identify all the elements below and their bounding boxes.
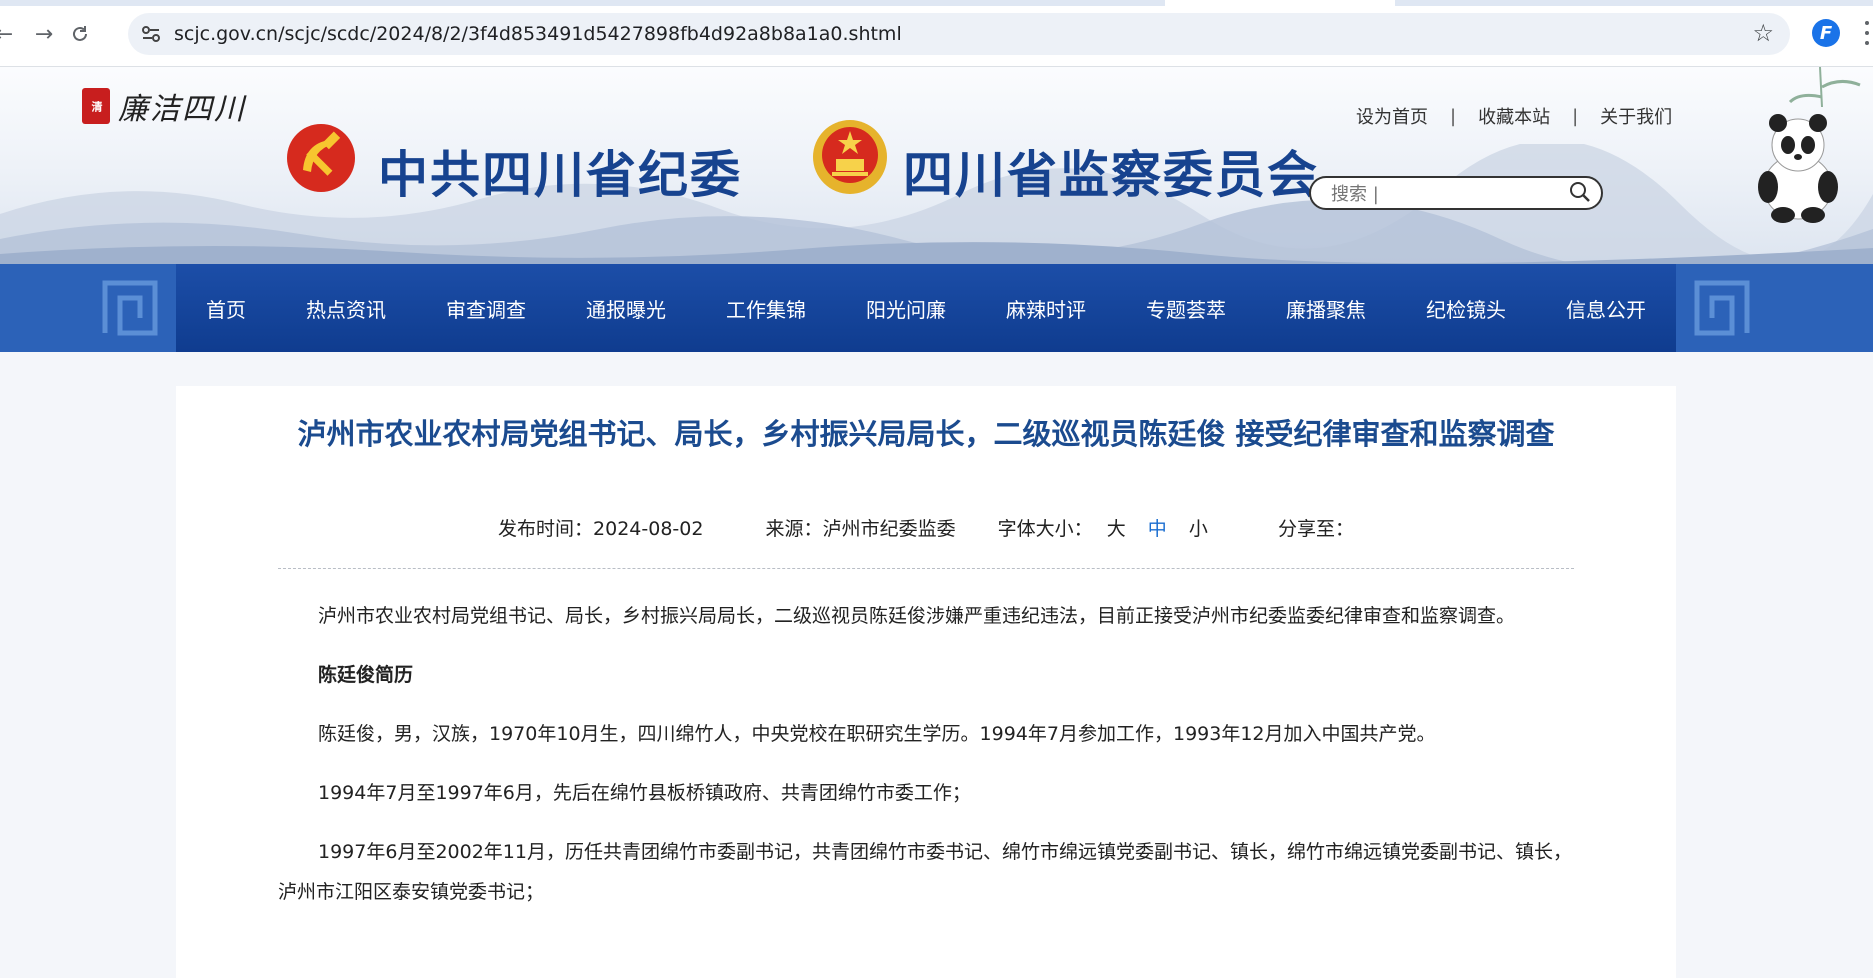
- article-title: 泸州市农业农村局党组书记、局长，乡村振兴局局长，二级巡视员陈廷俊 接受纪律审查和…: [297, 417, 1555, 451]
- more-menu-icon[interactable]: [1860, 18, 1873, 48]
- nav-item-exposure[interactable]: 通报曝光: [576, 294, 676, 323]
- search-input[interactable]: [1329, 181, 1563, 207]
- site-logo[interactable]: 清 廉洁四川: [82, 84, 246, 128]
- about-us-link[interactable]: 关于我们: [1600, 103, 1672, 129]
- publish-date: 2024-08-02: [593, 518, 704, 540]
- nav-decoration-right: [1676, 264, 1873, 352]
- main-navigation: 首页 热点资讯 审查调查 通报曝光 工作集锦 阳光问廉 麻辣时评 专题荟萃 廉播…: [0, 264, 1873, 352]
- forward-arrow-icon[interactable]: →: [30, 20, 58, 48]
- source-label: 来源：: [765, 518, 823, 540]
- nav-items: 首页 热点资讯 审查调查 通报曝光 工作集锦 阳光问廉 麻辣时评 专题荟萃 廉播…: [176, 264, 1676, 352]
- party-emblem-icon: [287, 124, 355, 192]
- browser-toolbar: ← → scjc.gov.cn/scjc/scdc/2024/8/2/3f4d8…: [0, 0, 1873, 67]
- article-container: 泸州市农业农村局党组书记、局长，乡村振兴局局长，二级巡视员陈廷俊 接受纪律审查和…: [176, 386, 1676, 978]
- nav-item-broadcast[interactable]: 廉播聚焦: [1276, 294, 1376, 323]
- set-homepage-link[interactable]: 设为首页: [1356, 103, 1428, 129]
- nav-item-home[interactable]: 首页: [196, 294, 256, 323]
- star-icon[interactable]: ☆: [1752, 19, 1774, 47]
- publish-label: 发布时间：: [498, 518, 594, 540]
- tab-strip: [0, 0, 1873, 6]
- search-icon[interactable]: [1569, 181, 1591, 203]
- logo-text: 廉洁四川: [118, 92, 246, 127]
- nav-item-topics[interactable]: 专题荟萃: [1136, 294, 1236, 323]
- article-paragraph: 1994年7月至1997年6月，先后在绵竹县板桥镇政府、共青团绵竹市委工作；: [318, 782, 971, 804]
- url-text[interactable]: scjc.gov.cn/scjc/scdc/2024/8/2/3f4d85349…: [174, 23, 902, 45]
- nav-item-sunshine[interactable]: 阳光问廉: [856, 294, 956, 323]
- article-body: 泸州市农业农村局党组书记、局长，乡村振兴局局长，二级巡视员陈廷俊涉嫌严重违纪违法…: [278, 596, 1574, 931]
- national-emblem-icon: [813, 120, 887, 194]
- bookmark-site-link[interactable]: 收藏本站: [1478, 103, 1550, 129]
- meta-divider: [278, 568, 1574, 569]
- meander-pattern-icon: [102, 280, 158, 336]
- active-tab[interactable]: [1165, 0, 1395, 6]
- nav-item-work-highlights[interactable]: 工作集锦: [716, 294, 816, 323]
- title-state: 四川省监察委员会: [903, 146, 1319, 204]
- font-size-large[interactable]: 大: [1107, 514, 1126, 541]
- panda-mascot-icon: [1758, 114, 1838, 223]
- back-arrow-icon[interactable]: ←: [0, 20, 18, 48]
- profile-icon[interactable]: F: [1812, 19, 1840, 47]
- source-value: 泸州市纪委监委: [822, 518, 956, 540]
- font-size-label: 字体大小：: [997, 518, 1093, 540]
- nav-item-commentary[interactable]: 麻辣时评: [996, 294, 1096, 323]
- address-bar[interactable]: scjc.gov.cn/scjc/scdc/2024/8/2/3f4d85349…: [128, 13, 1790, 55]
- nav-item-investigation[interactable]: 审查调查: [436, 294, 536, 323]
- nav-item-disclosure[interactable]: 信息公开: [1556, 294, 1656, 323]
- article-paragraph: 1997年6月至2002年11月，历任共青团绵竹市委副书记，共青团绵竹市委书记、…: [278, 841, 1572, 903]
- link-separator: |: [1450, 105, 1457, 127]
- nav-item-camera[interactable]: 纪检镜头: [1416, 294, 1516, 323]
- resume-heading: 陈廷俊简历: [318, 664, 414, 686]
- reload-icon[interactable]: [66, 20, 94, 48]
- title-party: 中共四川省纪委: [378, 146, 742, 204]
- site-header: 清 廉洁四川 中共四川省纪委 四川省监察委员会 设为首页 | 收藏本站 | 关于…: [0, 67, 1873, 264]
- font-size-medium[interactable]: 中: [1148, 514, 1167, 541]
- header-links: 设为首页 | 收藏本站 | 关于我们: [1356, 103, 1672, 129]
- site-info-icon[interactable]: [138, 21, 164, 47]
- nav-decoration-left: [0, 264, 176, 352]
- article-paragraph: 泸州市农业农村局党组书记、局长，乡村振兴局局长，二级巡视员陈廷俊涉嫌严重违纪违法…: [318, 605, 1516, 627]
- logo-seal: 清: [82, 88, 110, 124]
- share-label: 分享至：: [1277, 518, 1354, 540]
- article-paragraph: 陈廷俊，男，汉族，1970年10月生，四川绵竹人，中央党校在职研究生学历。199…: [318, 723, 1436, 745]
- nav-item-hot-news[interactable]: 热点资讯: [296, 294, 396, 323]
- search-box: [1309, 176, 1603, 210]
- meander-pattern-icon: [1694, 280, 1750, 336]
- article-meta: 发布时间：2024-08-02 来源：泸州市纪委监委 字体大小： 大 中 小 分…: [176, 514, 1676, 541]
- font-size-small[interactable]: 小: [1189, 514, 1208, 541]
- link-separator: |: [1572, 105, 1579, 127]
